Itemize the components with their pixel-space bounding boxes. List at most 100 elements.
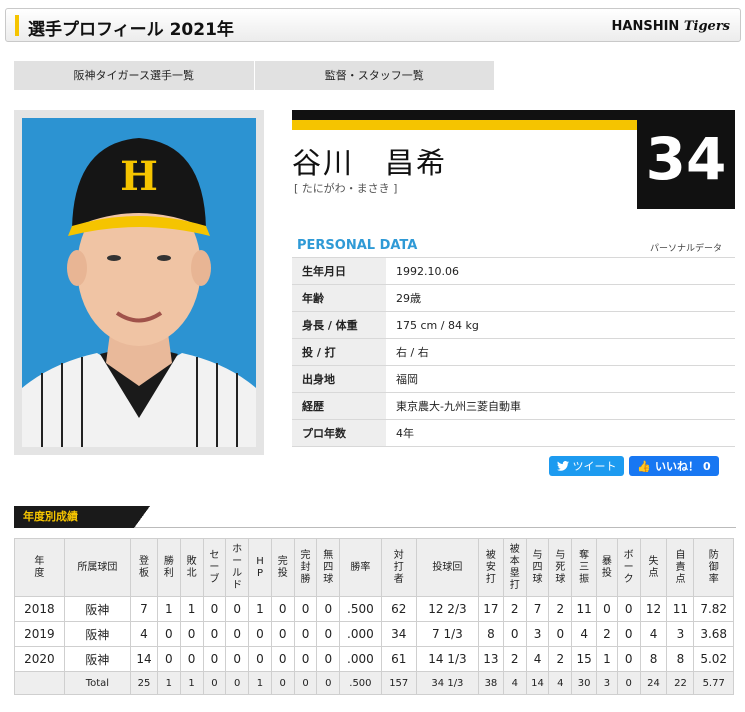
stats-cell: 0 xyxy=(202,646,227,672)
stats-cell: 1 xyxy=(179,596,204,622)
personal-data-table: 生年月日 1992.10.06 年齢 29歳 身長 / 体重 175 cm / 84 … xyxy=(292,257,735,447)
stats-cell: 0 xyxy=(293,646,318,672)
stats-cell: 0 xyxy=(202,596,227,622)
name-stripe-black xyxy=(292,110,637,120)
stats-cell: 0 xyxy=(270,646,295,672)
stats-header-cell: 敗北 xyxy=(179,538,204,597)
stats-header-label: ボーク xyxy=(623,549,634,585)
stats-header-cell: 被本塁打 xyxy=(502,538,527,597)
stats-season-row: 2020 阪神 14 0 0 0 0 0 0 0 0.000 61 14 1/3 13 2 4 2 15 1 0 8 8 5… xyxy=(14,646,734,672)
stats-cell: 0 xyxy=(616,596,641,622)
stats-cell: 1 xyxy=(179,671,204,695)
stats-cell: 0 xyxy=(293,596,318,622)
stats-cell: 0 xyxy=(179,646,204,672)
svg-text:H: H xyxy=(120,153,158,200)
stats-header-label: 被本塁打 xyxy=(509,543,520,591)
stats-cell: 12 2/3 xyxy=(415,596,480,622)
stats-cell: 8 xyxy=(478,621,504,647)
like-button[interactable]: 👍 いいね！ 0 xyxy=(629,456,719,476)
stats-cell: 阪神 xyxy=(63,621,132,647)
stats-header-cell: 勝利 xyxy=(156,538,181,597)
tweet-label: ツイート xyxy=(572,460,617,473)
stats-header-label: 勝利 xyxy=(163,555,174,579)
stats-header-cell: 勝率 xyxy=(339,538,382,597)
stats-cell: 25 xyxy=(130,671,158,695)
stats-header-label: 無四球 xyxy=(323,549,334,585)
stats-cell: 2018 xyxy=(14,596,65,622)
personal-label: 生年月日 xyxy=(292,257,386,285)
stats-header-label: 完封勝 xyxy=(300,549,311,585)
personal-row: 生年月日 1992.10.06 xyxy=(292,257,735,285)
section-tab-slant xyxy=(134,506,150,528)
stats-cell: 4 xyxy=(571,621,598,647)
stats-cell: 1 xyxy=(156,671,181,695)
personal-value: 4年 xyxy=(386,419,735,447)
stats-cell: 0 xyxy=(248,646,272,672)
sub-navigation: 阪神タイガース選手一覧 監督・スタッフ一覧 xyxy=(14,61,494,90)
section-title-stats: 年度別成績 xyxy=(14,506,134,528)
stats-header-cell: 登板 xyxy=(130,538,158,597)
personal-label: 経歴 xyxy=(292,392,386,420)
stats-cell: .500 xyxy=(339,596,382,622)
stats-cell: 2019 xyxy=(14,621,65,647)
team-logo[interactable]: HANSHIN Tigers xyxy=(612,19,730,34)
stats-header-label: 敗北 xyxy=(186,555,197,579)
personal-data-title: PERSONAL DATA xyxy=(297,238,418,253)
logo-main-text: HANSHIN xyxy=(611,19,680,34)
stats-cell: 8 xyxy=(639,646,668,672)
stats-cell: 3.68 xyxy=(693,621,734,647)
stats-cell: 5.77 xyxy=(693,671,734,695)
stats-cell: 0 xyxy=(270,671,295,695)
stats-cell: 0 xyxy=(179,621,204,647)
stats-cell: 4 xyxy=(502,671,527,695)
player-photo-frame: H xyxy=(14,110,264,455)
stats-header-label: 年度 xyxy=(34,555,45,579)
stats-cell: 3 xyxy=(596,671,618,695)
stats-cell: 4 xyxy=(548,671,573,695)
stats-cell: 4 xyxy=(639,621,668,647)
stats-header-cell: 与四球 xyxy=(525,538,550,597)
stats-header-label: 投球回 xyxy=(432,561,463,573)
stats-cell: 14 1/3 xyxy=(415,646,480,672)
stats-cell: 0 xyxy=(616,671,641,695)
stats-cell: 0 xyxy=(596,596,618,622)
roster-list-button[interactable]: 阪神タイガース選手一覧 xyxy=(14,61,254,90)
stats-cell: 0 xyxy=(225,621,250,647)
player-photo: H xyxy=(22,118,256,447)
player-name-kana: [ たにがわ・まさき ] xyxy=(294,182,398,195)
stats-header-label: 暴投 xyxy=(601,555,612,579)
tweet-button[interactable]: ツイート xyxy=(549,456,624,476)
stats-cell: 8 xyxy=(666,646,695,672)
season-stats-table: 年度 所属球団 登板 勝利 敗北 セーブ ホールド HP 完投 完封勝 無四球 勝率 対打者 投球回 被安打… xyxy=(14,538,734,695)
stats-header-label: 所属球団 xyxy=(77,561,118,573)
stats-cell: 0 xyxy=(548,621,573,647)
stats-header-label: 被安打 xyxy=(485,549,496,585)
page-header: 選手プロフィール 2021年 HANSHIN Tigers xyxy=(5,8,741,42)
stats-cell: 4 xyxy=(130,621,158,647)
stats-header-cell: 所属球団 xyxy=(63,538,132,597)
stats-header-cell: ボーク xyxy=(616,538,641,597)
staff-list-button[interactable]: 監督・スタッフ一覧 xyxy=(253,61,495,90)
player-name: 谷川 昌希 xyxy=(292,146,448,180)
stats-cell: 2 xyxy=(502,596,527,622)
uniform-number: 34 xyxy=(637,110,735,209)
stats-header-cell: 被安打 xyxy=(478,538,504,597)
stats-header-label: ホールド xyxy=(232,543,243,591)
stats-cell: 22 xyxy=(666,671,695,695)
stats-header-label: 勝率 xyxy=(350,561,371,573)
stats-header-cell: 失点 xyxy=(639,538,668,597)
stats-cell: 0 xyxy=(270,596,295,622)
stats-cell: 4 xyxy=(525,646,550,672)
stats-header-label: 登板 xyxy=(138,555,149,579)
stats-header-cell: 完投 xyxy=(270,538,295,597)
stats-header-cell: 完封勝 xyxy=(293,538,318,597)
stats-cell: .500 xyxy=(339,671,382,695)
stats-cell: 11 xyxy=(666,596,695,622)
stats-cell: 11 xyxy=(571,596,598,622)
stats-cell xyxy=(14,671,65,695)
like-label: いいね！ xyxy=(655,460,700,473)
stats-header-label: 完投 xyxy=(277,555,288,579)
stats-cell: 3 xyxy=(666,621,695,647)
stats-cell: 0 xyxy=(316,596,341,622)
personal-row: 年齢 29歳 xyxy=(292,284,735,312)
